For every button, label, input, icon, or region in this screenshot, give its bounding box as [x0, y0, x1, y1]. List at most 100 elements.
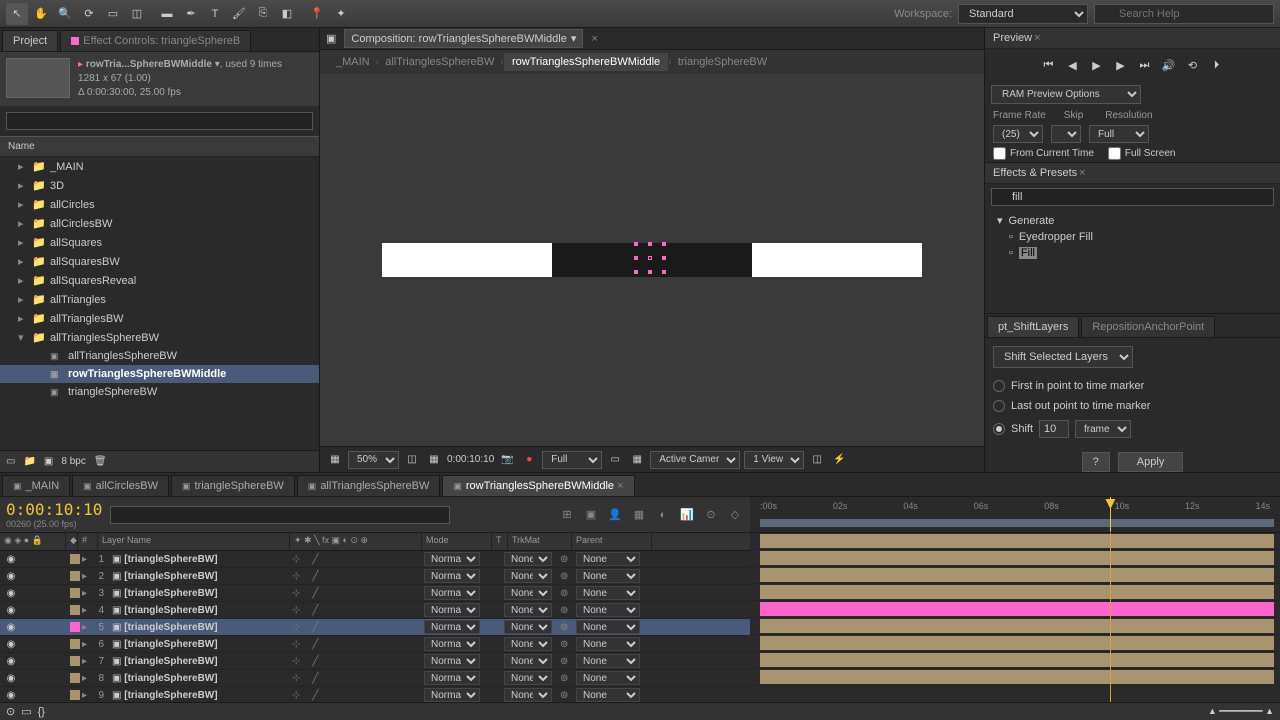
workspace-select[interactable]: Standard [958, 4, 1088, 24]
motion-blur-icon[interactable]: ◐ [654, 506, 672, 524]
grid-icon[interactable]: ▦ [425, 451, 443, 469]
effect-item[interactable]: ▫ Fill [985, 245, 1280, 261]
apply-button[interactable]: Apply [1118, 452, 1184, 472]
folder-item[interactable]: ▾📁allTrianglesSphereBW [0, 328, 319, 347]
frame-blend-icon[interactable]: ▦ [630, 506, 648, 524]
shift-option-shift[interactable]: Shift frames [993, 416, 1272, 442]
folder-item[interactable]: ▸📁allCirclesBW [0, 214, 319, 233]
channel-icon[interactable]: ● [520, 451, 538, 469]
folder-item[interactable]: ▸📁allSquaresBW [0, 252, 319, 271]
zoom-slider[interactable]: ▲ ━━━━━━━━ ▲ [1208, 706, 1274, 717]
prev-frame-icon[interactable]: ◀ [1063, 55, 1083, 75]
hand-tool[interactable]: ✋ [30, 3, 52, 25]
name-column-header[interactable]: Name [0, 136, 319, 157]
layer-row[interactable]: ◉ ▸ 2 ▣ [triangleSphereBW] ⊹╱ Normal Non… [0, 568, 750, 585]
ram-preview-select[interactable]: RAM Preview Options [991, 85, 1141, 104]
roi-icon[interactable]: ▭ [606, 451, 624, 469]
track-row[interactable] [750, 533, 1280, 550]
timeline-tab[interactable]: ▣rowTrianglesSphereBWMiddle × [442, 475, 634, 496]
transparency-icon[interactable]: ▦ [628, 451, 646, 469]
roto-tool[interactable]: ✦ [330, 3, 352, 25]
brush-tool[interactable]: 🖌 [228, 3, 250, 25]
help-button[interactable]: ? [1082, 452, 1110, 472]
layer-row[interactable]: ◉ ▸ 9 ▣ [triangleSphereBW] ⊹╱ Normal Non… [0, 687, 750, 702]
eraser-tool[interactable]: ◧ [276, 3, 298, 25]
snapshot-icon[interactable]: 📷 [498, 451, 516, 469]
bpc-toggle[interactable]: 8 bpc [61, 456, 85, 467]
track-row[interactable] [750, 635, 1280, 652]
loop-icon[interactable]: ⟲ [1183, 55, 1203, 75]
always-preview-icon[interactable]: ▦ [326, 451, 344, 469]
effect-item[interactable]: ▫ Eyedropper Fill [985, 229, 1280, 245]
shift-unit-select[interactable]: frames [1075, 420, 1131, 438]
quality-select[interactable]: Full [542, 451, 602, 469]
mute-icon[interactable]: 🔊 [1159, 55, 1179, 75]
project-tab[interactable]: Project [2, 30, 58, 51]
resolution-select[interactable]: Full [1089, 125, 1149, 143]
breadcrumb-item[interactable]: triangleSphereBW [672, 56, 773, 68]
toggle-modes-icon[interactable]: ▭ [21, 705, 31, 718]
draft3d-icon[interactable]: ▣ [582, 506, 600, 524]
breadcrumb-item[interactable]: _MAIN [330, 56, 376, 68]
playhead[interactable] [1110, 497, 1111, 532]
folder-item[interactable]: ▸📁allTriangles [0, 290, 319, 309]
preview-tab[interactable]: Preview [993, 32, 1032, 44]
folder-item[interactable]: ▸📁3D [0, 176, 319, 195]
track-row[interactable] [750, 550, 1280, 567]
ram-preview-icon[interactable]: ⏵ [1207, 55, 1227, 75]
layer-row[interactable]: ◉ ▸ 3 ▣ [triangleSphereBW] ⊹╱ Normal Non… [0, 585, 750, 602]
reposition-tab[interactable]: RepositionAnchorPoint [1081, 316, 1215, 337]
shift-value-input[interactable] [1039, 420, 1069, 438]
breadcrumb-item[interactable]: allTrianglesSphereBW [379, 56, 500, 68]
from-current-checkbox[interactable] [993, 147, 1006, 160]
project-search-input[interactable] [6, 112, 313, 130]
camera-select[interactable]: Active Camera [650, 451, 740, 469]
interpret-icon[interactable]: ▭ [6, 456, 15, 467]
selection-handles[interactable] [634, 242, 670, 278]
new-folder-icon[interactable]: 📁 [23, 456, 35, 467]
camera-tool[interactable]: ▭ [102, 3, 124, 25]
shift-option-first[interactable]: First in point to time marker [993, 376, 1272, 396]
last-frame-icon[interactable]: ⏭ [1135, 55, 1155, 75]
folder-item[interactable]: ▸📁_MAIN [0, 157, 319, 176]
breadcrumb-item[interactable]: rowTrianglesSphereBWMiddle [504, 53, 668, 71]
pan-behind-tool[interactable]: ◫ [126, 3, 148, 25]
comp-item[interactable]: ▣allTrianglesSphereBW [0, 347, 319, 365]
search-help-input[interactable] [1094, 4, 1274, 24]
trash-icon[interactable]: 🗑 [94, 456, 107, 467]
layer-row[interactable]: ◉ ▸ 1 ▣ [triangleSphereBW] ⊹╱ Normal Non… [0, 551, 750, 568]
effect-controls-tab[interactable]: Effect Controls: triangleSphereB [60, 30, 251, 51]
framerate-select[interactable]: (25) [993, 125, 1043, 143]
layer-row[interactable]: ◉ ▸ 5 ▣ [triangleSphereBW] ⊹╱ Normal Non… [0, 619, 750, 636]
brackets-icon[interactable]: {} [38, 706, 45, 718]
effects-search-input[interactable] [991, 188, 1274, 206]
track-row[interactable] [750, 652, 1280, 669]
layer-row[interactable]: ◉ ▸ 7 ▣ [triangleSphereBW] ⊹╱ Normal Non… [0, 653, 750, 670]
timeline-tab[interactable]: ▣allTrianglesSphereBW [297, 475, 441, 496]
pixel-aspect-icon[interactable]: ◫ [808, 451, 826, 469]
shy-icon[interactable]: 👤 [606, 506, 624, 524]
track-row[interactable] [750, 601, 1280, 618]
clone-tool[interactable]: ⎘ [252, 3, 274, 25]
shift-mode-select[interactable]: Shift Selected Layers [993, 346, 1133, 368]
fullscreen-checkbox[interactable] [1108, 147, 1121, 160]
track-area[interactable] [750, 533, 1280, 702]
rotation-tool[interactable]: ⟳ [78, 3, 100, 25]
layer-row[interactable]: ◉ ▸ 4 ▣ [triangleSphereBW] ⊹╱ Normal Non… [0, 602, 750, 619]
timeline-tab[interactable]: ▣triangleSphereBW [171, 475, 295, 496]
first-frame-icon[interactable]: ⏮ [1039, 55, 1059, 75]
track-row[interactable] [750, 567, 1280, 584]
layer-row[interactable]: ◉ ▸ 6 ▣ [triangleSphereBW] ⊹╱ Normal Non… [0, 636, 750, 653]
track-row[interactable] [750, 669, 1280, 686]
folder-item[interactable]: ▸📁allSquares [0, 233, 319, 252]
pen-tool[interactable]: ✒ [180, 3, 202, 25]
toggle-switches-icon[interactable]: ⊙ [6, 705, 15, 718]
close-comp-icon[interactable]: × [591, 33, 597, 45]
shiftlayers-tab[interactable]: pt_ShiftLayers [987, 316, 1079, 337]
view-select[interactable]: 1 View [744, 451, 804, 469]
play-icon[interactable]: ▶ [1087, 55, 1107, 75]
comp-viewer[interactable] [320, 74, 984, 446]
graph-editor-icon[interactable]: 📊 [678, 506, 696, 524]
comp-mini-flow-icon[interactable]: ⊞ [558, 506, 576, 524]
folder-item[interactable]: ▸📁allTrianglesBW [0, 309, 319, 328]
